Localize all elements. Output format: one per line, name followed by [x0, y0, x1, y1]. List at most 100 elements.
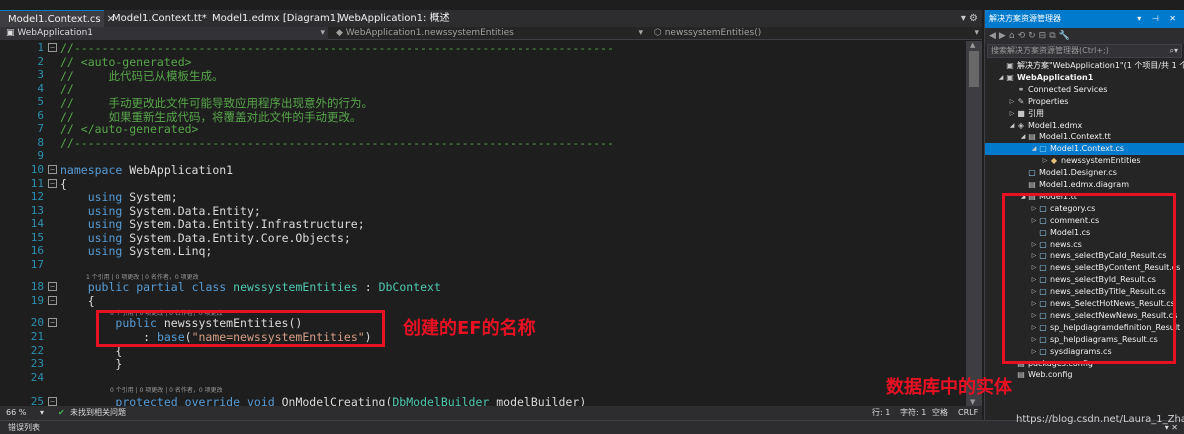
project-dropdown[interactable]: ▣ WebApplication1 ▾ [0, 27, 328, 40]
chevron-down-icon[interactable]: ▾ [40, 406, 44, 420]
tree-item[interactable]: ▤ Web.config [985, 369, 1184, 381]
tree-item-label: Model1.Designer.cs [1039, 168, 1117, 178]
code-line[interactable]: protected override void OnModelCreating(… [60, 395, 586, 406]
expanded-icon[interactable]: ◢ [1030, 143, 1038, 155]
solution-icon: ▣ [1006, 61, 1014, 70]
search-icon[interactable]: ⌕▾ [1170, 45, 1179, 57]
code-line[interactable]: //--------------------------------------… [60, 41, 614, 55]
collapse-icon[interactable]: ⊟ [1039, 31, 1050, 41]
tree-item-label: Connected Services [1028, 84, 1108, 94]
vertical-scrollbar[interactable]: ▲ ▼ [966, 41, 982, 406]
tree-item[interactable]: ▷ ◆ newssystemEntities [985, 155, 1184, 167]
tab-label: WebApplication1: 概述 [339, 13, 450, 24]
fold-toggle-icon[interactable]: − [48, 43, 57, 52]
code-line[interactable]: // <auto-generated> [60, 55, 192, 69]
tree-item[interactable]: ▤ Model1.edmx.diagram [985, 179, 1184, 191]
fold-toggle-icon[interactable]: − [48, 282, 57, 292]
line-number: 14 [30, 217, 44, 231]
fold-toggle-icon[interactable]: − [48, 397, 57, 406]
class-dropdown[interactable]: ◆ WebApplication1.newssystemEntities ▾ [330, 27, 646, 40]
line-number: 15 [30, 230, 44, 244]
fold-toggle-icon[interactable]: − [48, 178, 57, 188]
chevron-down-icon: ▾ [320, 28, 325, 38]
code-line[interactable]: public partial class newssystemEntities … [60, 280, 441, 294]
zoom-level[interactable]: 66 % [6, 406, 26, 420]
tree-item[interactable]: ◢ ◈ Model1.edmx [985, 120, 1184, 132]
back-icon[interactable]: ◀ [989, 31, 999, 41]
project-icon: ▣ [6, 28, 18, 38]
tree-item[interactable]: ▣ 解决方案"WebApplication1"(1 个项目/共 1 个) [985, 60, 1184, 72]
code-line[interactable]: using System; [60, 190, 178, 204]
class-icon: ◆ [336, 28, 346, 38]
sync-icon[interactable]: ⟲ [1018, 31, 1029, 41]
tab-error-list[interactable]: 错误列表 [8, 421, 40, 434]
fold-toggle-icon[interactable]: − [48, 164, 57, 174]
tree-item-label: Properties [1028, 96, 1069, 106]
code-line[interactable]: using System.Data.Entity.Infrastructure; [60, 217, 365, 231]
line-number: 19 [30, 293, 44, 307]
expanded-icon[interactable]: ◢ [997, 72, 1005, 84]
code-line[interactable]: using System.Data.Entity; [60, 204, 261, 218]
line-number: 8 [37, 135, 44, 149]
show-all-icon[interactable]: ⧉ [1049, 31, 1058, 41]
code-line[interactable]: using System.Data.Entity.Core.Objects; [60, 231, 351, 245]
code-line[interactable]: { [60, 177, 67, 191]
forward-icon[interactable]: ▶ [999, 31, 1009, 41]
tab-model1-context-cs[interactable]: Model1.Context.cs ✕ [0, 10, 115, 27]
tree-item[interactable]: ▷ ■ 引用 [985, 108, 1184, 120]
code-line[interactable]: { [60, 294, 95, 308]
member-dropdown[interactable]: ⬡ newssystemEntities() ▾ [648, 27, 982, 40]
scroll-up-icon[interactable]: ▲ [970, 41, 975, 49]
issues-status[interactable]: 未找到相关问题 [70, 406, 126, 420]
expanded-icon[interactable]: ◢ [1008, 120, 1016, 132]
code-line[interactable]: // 此代码已从模板生成。 [60, 68, 223, 84]
scrollbar-thumb[interactable] [969, 51, 979, 87]
collapsed-icon[interactable]: ▷ [1041, 155, 1049, 167]
tree-item-label: Model1.edmx [1028, 120, 1083, 130]
annotation-db-entities: 数据库中的实体 [886, 377, 1012, 398]
properties-icon[interactable]: 🔧 [1059, 31, 1073, 41]
code-text-area[interactable]: 1−//------------------------------------… [0, 41, 966, 406]
fold-toggle-icon[interactable]: − [48, 318, 57, 328]
tree-item[interactable]: ▷ ✎ Properties [985, 96, 1184, 108]
watermark: https://blog.csdn.net/Laura_1​_Zhang [1016, 414, 1184, 425]
code-line[interactable]: using System.Linq; [60, 244, 213, 258]
expanded-icon[interactable]: ◢ [1019, 131, 1027, 143]
cs-file-icon: ▢ [1028, 168, 1036, 178]
tab-model1-edmx-diagram[interactable]: Model1.edmx [Diagram1] [204, 10, 340, 27]
panel-title: 解决方案资源管理器 [989, 14, 1061, 23]
solution-explorer-toolbar: ◀▶⌂⟲↻⊟⧉🔧 [985, 28, 1184, 44]
edmx-icon: ◈ [1017, 120, 1025, 130]
solution-search-input[interactable]: 搜索解决方案资源管理器(Ctrl+;) ⌕▾ [987, 44, 1182, 58]
code-line[interactable]: namespace WebApplication1 [60, 163, 233, 177]
chevron-down-icon: ▾ [638, 28, 643, 38]
refresh-icon[interactable]: ↻ [1028, 31, 1039, 41]
code-line[interactable]: } [60, 357, 122, 371]
tree-item[interactable]: ◢ ▤ Model1.Context.tt [985, 131, 1184, 143]
tree-item[interactable]: ◢ ▢ Model1.Context.cs [985, 143, 1184, 156]
code-editor: Model1.Context.cs ✕ Model1.Context.tt* Mo… [0, 0, 982, 434]
code-line[interactable]: //--------------------------------------… [60, 136, 614, 150]
line-number: 10 [30, 162, 44, 176]
line-number: 17 [30, 257, 44, 271]
tree-item-label: Model1.edmx.diagram [1039, 180, 1129, 189]
tree-item[interactable]: ⚭ Connected Services [985, 84, 1184, 96]
config-file-icon: ▤ [1017, 370, 1025, 380]
scroll-down-icon[interactable]: ▼ [970, 398, 975, 406]
char-indicator: 字符: 1 [900, 408, 927, 417]
collapsed-icon[interactable]: ▷ [1008, 96, 1016, 108]
tab-webapplication1-overview[interactable]: WebApplication1: 概述 [331, 10, 491, 27]
collapsed-icon[interactable]: ▷ [1008, 108, 1016, 120]
code-line[interactable]: // [60, 82, 74, 96]
pin-close-icons[interactable]: ▾ ⊣ ✕ [1137, 10, 1180, 28]
fold-toggle-icon[interactable]: − [48, 295, 57, 305]
home-icon[interactable]: ⌂ [1009, 31, 1018, 41]
line-number: 5 [37, 95, 44, 109]
diagram-file-icon: ▤ [1028, 180, 1036, 189]
tree-item[interactable]: ◢ ▣ WebApplication1 [985, 72, 1184, 84]
code-line[interactable]: // </auto-generated> [60, 122, 198, 136]
tab-model1-context-tt[interactable]: Model1.Context.tt* [104, 10, 207, 27]
tab-overflow-dropdown-icon[interactable]: ▾ ⚙ [961, 10, 978, 27]
codelens-info[interactable]: 0 个引用 | 0 项更改 | 0 名作者，0 项更改 [110, 385, 223, 394]
tree-item[interactable]: ▢ Model1.Designer.cs [985, 167, 1184, 179]
